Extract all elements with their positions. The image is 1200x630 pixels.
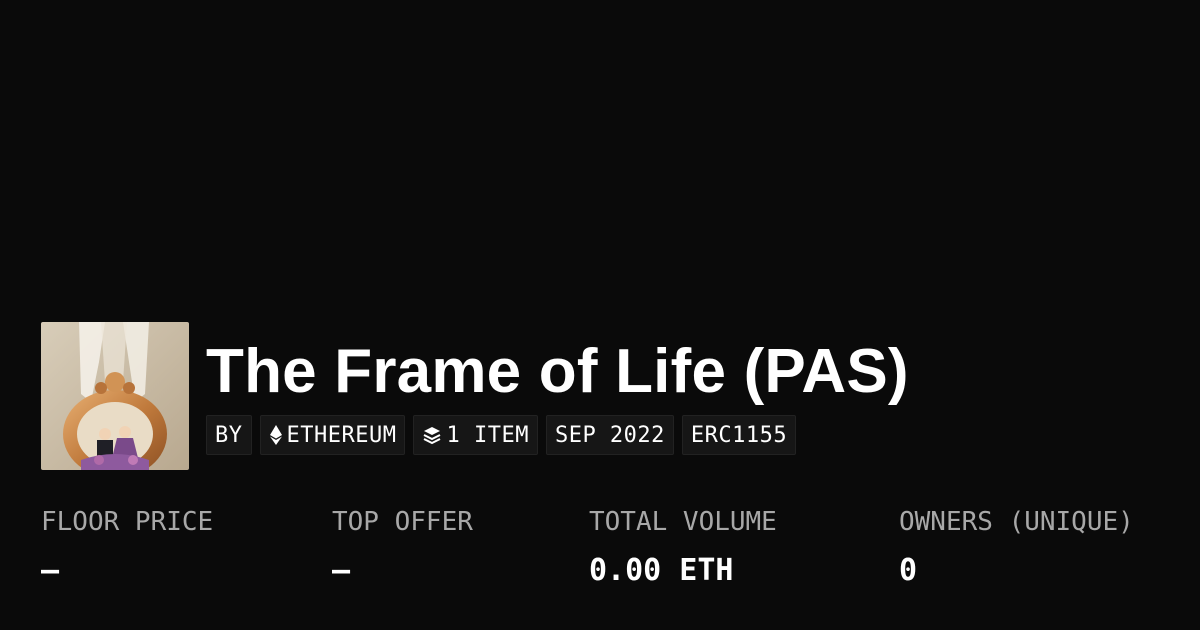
tag-by[interactable]: BY	[206, 415, 252, 455]
ethereum-icon	[269, 424, 283, 446]
stat-value: —	[41, 553, 60, 588]
stat-top-offer: TOP OFFER —	[332, 505, 473, 588]
stat-floor-price: FLOOR PRICE —	[41, 505, 213, 588]
collection-title: The Frame of Life (PAS)	[206, 337, 909, 406]
stat-label: TOP OFFER	[332, 507, 473, 537]
stat-label: FLOOR PRICE	[41, 507, 214, 537]
stat-value: —	[332, 553, 351, 588]
collection-image	[41, 322, 189, 470]
tag-label: ETHEREUM	[286, 422, 397, 448]
stat-total-volume: TOTAL VOLUME 0.00 ETH	[589, 505, 777, 588]
wedding-frame-image	[41, 322, 189, 470]
tag-items[interactable]: 1 ITEM	[413, 415, 538, 455]
tag-label: 1 ITEM	[446, 422, 529, 448]
tag-chain[interactable]: ETHEREUM	[259, 415, 406, 455]
stat-value: 0.00 ETH	[589, 553, 734, 588]
stat-label: TOTAL VOLUME	[589, 507, 777, 537]
stat-owners: OWNERS (UNIQUE) 0	[899, 505, 1134, 588]
tag-label: ERC1155	[690, 422, 788, 448]
tag-standard[interactable]: ERC1155	[681, 415, 797, 455]
tag-date[interactable]: SEP 2022	[545, 415, 674, 455]
tag-label: SEP 2022	[554, 422, 665, 448]
tag-label: BY	[215, 422, 243, 448]
stat-label: OWNERS (UNIQUE)	[899, 507, 1134, 537]
stat-value: 0	[899, 553, 918, 588]
collection-tags: BY ETHEREUM 1 ITEM SEP 2022 ERC1155	[206, 415, 797, 455]
layers-icon	[422, 425, 442, 445]
